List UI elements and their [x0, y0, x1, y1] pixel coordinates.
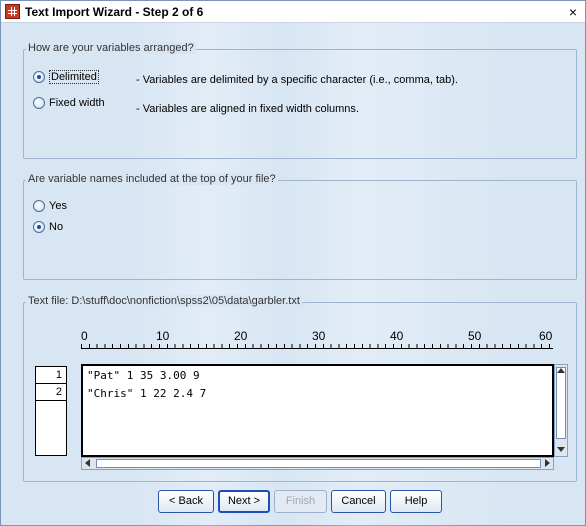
fixed-width-radio[interactable]: Fixed width [33, 97, 105, 109]
ruler-label: 30 [312, 329, 326, 343]
scroll-up-icon[interactable] [557, 368, 565, 373]
ruler-label: 40 [390, 329, 404, 343]
arrangement-legend: How are your variables arranged? [26, 42, 196, 54]
radio-checked-icon [33, 221, 45, 233]
next-button[interactable]: Next > [218, 490, 270, 513]
radio-checked-icon [33, 71, 45, 83]
title-bar[interactable]: Text Import Wizard - Step 2 of 6 × [1, 1, 585, 23]
horizontal-scroll-thumb[interactable] [96, 459, 541, 468]
delimited-label: Delimited [49, 70, 99, 84]
help-button[interactable]: Help [390, 490, 442, 513]
ruler-label: 50 [468, 329, 482, 343]
preview-line: "Chris" 1 22 2.4 7 [87, 387, 207, 400]
text-file-legend: Text file: D:\stuff\doc\nonfiction\spss2… [26, 295, 302, 307]
no-label: No [49, 221, 64, 233]
vertical-scrollbar[interactable] [554, 364, 568, 457]
back-button[interactable]: < Back [158, 490, 214, 513]
ruler-label: 0 [81, 329, 88, 343]
close-button[interactable]: × [565, 4, 581, 20]
fixed-width-label: Fixed width [49, 97, 105, 109]
scroll-down-icon[interactable] [557, 447, 565, 452]
preview-line: "Pat" 1 35 3.00 9 [87, 369, 200, 382]
cancel-button[interactable]: Cancel [331, 490, 386, 513]
text-import-wizard-window: Text Import Wizard - Step 2 of 6 × How a… [0, 0, 586, 526]
column-ruler: 0 10 20 30 40 50 60 [81, 329, 553, 349]
horizontal-scrollbar[interactable] [81, 457, 554, 470]
delimited-description: - Variables are delimited by a specific … [136, 74, 458, 86]
vertical-scroll-thumb[interactable] [556, 367, 566, 439]
variable-names-legend: Are variable names included at the top o… [26, 173, 278, 185]
ruler-ticks [81, 344, 553, 349]
delimited-radio[interactable]: Delimited [33, 70, 99, 84]
radio-unchecked-icon [33, 97, 45, 109]
spss-grid-icon [5, 4, 20, 19]
ruler-label: 60 [539, 329, 553, 343]
row-number: 1 [36, 367, 66, 384]
radio-unchecked-icon [33, 200, 45, 212]
variable-names-group: Are variable names included at the top o… [23, 173, 577, 280]
finish-button[interactable]: Finish [274, 490, 327, 513]
ruler-label: 20 [234, 329, 248, 343]
ruler-label: 10 [156, 329, 170, 343]
yes-radio[interactable]: Yes [33, 200, 67, 212]
yes-label: Yes [49, 200, 67, 212]
file-preview-area[interactable]: "Pat" 1 35 3.00 9 "Chris" 1 22 2.4 7 [81, 364, 554, 457]
fixed-width-description: - Variables are aligned in fixed width c… [136, 103, 359, 115]
row-number: 2 [36, 384, 66, 401]
row-number-column: 1 2 [35, 366, 67, 456]
window-title: Text Import Wizard - Step 2 of 6 [25, 5, 204, 19]
scroll-right-icon[interactable] [545, 459, 550, 467]
no-radio[interactable]: No [33, 221, 63, 233]
scroll-left-icon[interactable] [85, 459, 90, 467]
